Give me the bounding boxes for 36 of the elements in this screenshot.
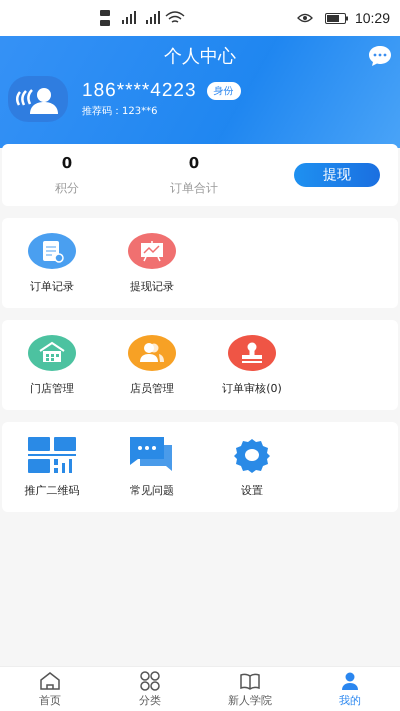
stat-value: 0 xyxy=(62,154,72,172)
withdraw-button[interactable]: 提现 xyxy=(294,163,380,187)
chart-board-icon[interactable] xyxy=(128,232,176,268)
book-icon xyxy=(239,670,261,690)
home-icon xyxy=(39,670,61,690)
house-icon[interactable] xyxy=(28,334,76,370)
battery-icon xyxy=(324,12,349,24)
people-icon[interactable] xyxy=(128,334,176,370)
grid-icon xyxy=(139,670,161,690)
nav-tab[interactable]: 分类 xyxy=(100,667,200,711)
nav-tab[interactable]: 新人学院 xyxy=(200,667,300,711)
menu-label[interactable]: 设置 xyxy=(241,482,263,498)
menu-label[interactable]: 订单审核(0) xyxy=(222,380,282,396)
eye-icon xyxy=(296,13,313,23)
stamp-icon[interactable] xyxy=(228,334,276,370)
phone-number: 186****4223 xyxy=(82,80,197,102)
identity-badge[interactable]: 身份 xyxy=(206,82,241,100)
stat-label: 积分 xyxy=(55,180,79,196)
menu-label[interactable]: 订单记录 xyxy=(30,278,74,294)
clipboard-icon[interactable] xyxy=(28,232,76,268)
menu-label[interactable]: 推广二维码 xyxy=(24,482,80,498)
nav-tab[interactable]: 首页 xyxy=(0,667,100,711)
chat-bubble-icon[interactable] xyxy=(368,45,392,67)
menu-label[interactable]: 常见问题 xyxy=(130,482,174,498)
menu-label[interactable]: 提现记录 xyxy=(130,278,174,294)
avatar-icon xyxy=(8,76,68,122)
referral-code: 推荐码：123**6 xyxy=(82,104,158,118)
nav-tab[interactable]: 我的 xyxy=(300,667,400,711)
clock-time: 10:29 xyxy=(354,10,390,26)
user-icon xyxy=(339,670,361,690)
page-title: 个人中心 xyxy=(164,45,236,68)
menu-label[interactable]: 店员管理 xyxy=(130,380,174,396)
menu-label[interactable]: 门店管理 xyxy=(30,380,74,396)
stat-value: 0 xyxy=(188,154,200,172)
stat-label: 订单合计 xyxy=(170,180,218,196)
qr-code-icon[interactable] xyxy=(28,436,76,472)
